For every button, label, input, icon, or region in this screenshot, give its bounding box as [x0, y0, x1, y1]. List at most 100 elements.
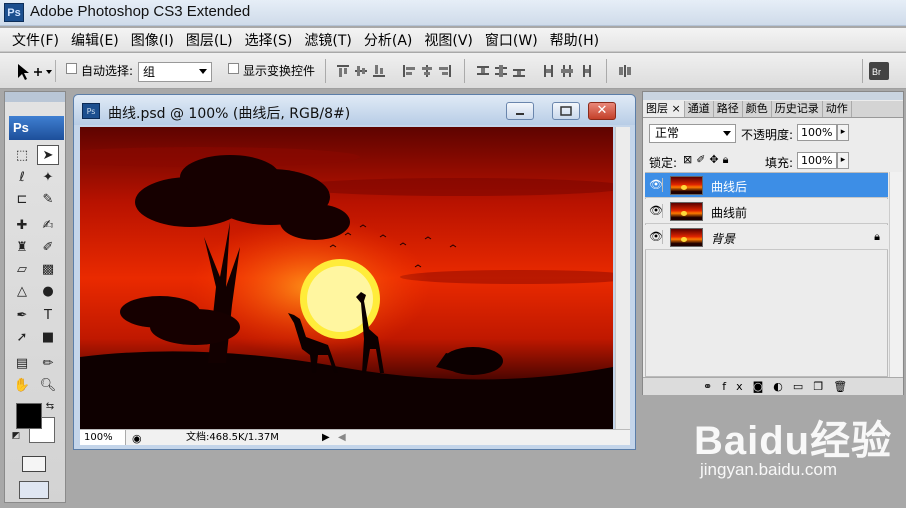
tab-actions[interactable]: 动作 [823, 101, 852, 117]
minimize-icon [516, 113, 524, 115]
blend-mode-dropdown[interactable]: 正常 [649, 124, 736, 143]
document-title-bar[interactable]: Ps 曲线.psd @ 100% (曲线后, RGB/8#) ✕ [74, 95, 635, 125]
history-brush-icon[interactable]: ✐ [37, 238, 59, 258]
opacity-arrow-icon[interactable]: ▸ [837, 124, 849, 141]
fill-arrow-icon[interactable]: ▸ [837, 152, 849, 169]
zoom-tool-icon[interactable]: 🔍︎ [37, 376, 59, 396]
status-menu-icon[interactable]: ◉ [132, 431, 142, 446]
close-button[interactable]: ✕ [588, 102, 616, 120]
layer-mask-icon[interactable]: ◙ [753, 380, 774, 393]
minimize-button[interactable] [506, 102, 534, 120]
hand-tool-icon[interactable]: ✋ [11, 376, 33, 396]
new-layer-icon[interactable]: ❐ [813, 380, 833, 393]
toolbox-ps-logo[interactable]: Ps [9, 116, 64, 140]
move-tool-icon[interactable]: ➤ [37, 145, 59, 165]
auto-select-dropdown[interactable]: 组 [138, 62, 212, 82]
menu-edit[interactable]: 编辑(E) [65, 30, 125, 50]
slice-tool-icon[interactable]: ✎ [37, 190, 59, 210]
magic-wand-icon[interactable]: ✦ [37, 168, 59, 188]
align-right-icon[interactable] [438, 64, 452, 78]
type-tool-icon[interactable]: T [37, 306, 59, 326]
zoom-level-field[interactable]: 100% [80, 430, 126, 445]
layer-row[interactable]: 👁︎ 曲线后 [645, 173, 888, 198]
eraser-tool-icon[interactable]: ▱ [11, 260, 33, 280]
auto-align-layers-icon[interactable] [618, 64, 632, 78]
show-transform-checkbox[interactable] [228, 63, 239, 74]
marquee-tool-icon[interactable]: ⬚ [11, 146, 33, 166]
distribute-right-icon[interactable] [578, 64, 592, 78]
menu-file[interactable]: 文件(F) [6, 30, 65, 50]
gradient-tool-icon[interactable]: ▩ [37, 260, 59, 280]
layer-row[interactable]: 👁︎ 曲线前 [645, 199, 888, 224]
menu-window[interactable]: 窗口(W) [479, 30, 544, 50]
foreground-color-swatch[interactable] [16, 403, 42, 429]
tab-paths[interactable]: 路径 [714, 101, 743, 117]
vertical-scrollbar[interactable] [615, 127, 630, 429]
visibility-eye-icon[interactable]: 👁︎ [649, 204, 663, 218]
link-layers-icon[interactable]: ⚭ [703, 380, 722, 393]
shape-tool-icon[interactable]: ■ [37, 328, 59, 348]
lock-options[interactable]: ⊠✐✥🔒︎ [683, 153, 733, 167]
healing-brush-icon[interactable]: ✚ [11, 216, 33, 236]
status-arrow-icon[interactable]: ▶ [322, 430, 330, 445]
distribute-vcenter-icon[interactable] [494, 64, 508, 78]
scroll-left-icon[interactable]: ◀ [338, 430, 346, 445]
tool-preset-picker[interactable] [12, 60, 56, 82]
layer-style-icon[interactable]: fx [722, 380, 752, 393]
image-canvas[interactable] [80, 127, 613, 429]
visibility-eye-icon[interactable]: 👁︎ [649, 230, 663, 244]
menu-image[interactable]: 图像(I) [125, 30, 180, 50]
clone-stamp-icon[interactable]: ♜ [11, 238, 33, 258]
align-vcenter-icon[interactable] [354, 64, 368, 78]
align-top-icon[interactable] [336, 64, 350, 78]
lasso-tool-icon[interactable]: ℓ [11, 168, 33, 188]
bridge-icon[interactable]: Br [868, 60, 890, 82]
maximize-button[interactable] [552, 102, 580, 120]
adjustment-layer-icon[interactable]: ◐ [773, 380, 793, 393]
auto-select-checkbox[interactable] [66, 63, 77, 74]
toolbox-header[interactable] [5, 92, 65, 102]
lock-icon: 🔒︎ [874, 230, 880, 243]
menu-filter[interactable]: 滤镜(T) [298, 30, 357, 50]
align-hcenter-icon[interactable] [420, 64, 434, 78]
toolbox: Ps ⬚ ➤ ℓ ✦ ⊏ ✎ ✚ ✍ ♜ ✐ ▱ ▩ △ ● ✒ T ➚ ■ ▤… [4, 91, 66, 503]
notes-tool-icon[interactable]: ▤ [11, 354, 33, 374]
auto-select-label: 自动选择: [81, 64, 134, 78]
new-group-icon[interactable]: ▭ [793, 380, 813, 393]
tab-color[interactable]: 颜色 [743, 101, 772, 117]
distribute-top-icon[interactable] [476, 64, 490, 78]
dodge-tool-icon[interactable]: ● [37, 282, 59, 302]
visibility-eye-icon[interactable]: 👁︎ [649, 178, 663, 192]
blur-tool-icon[interactable]: △ [11, 282, 33, 302]
default-colors-icon[interactable]: ◩ [10, 430, 22, 442]
pen-tool-icon[interactable]: ✒ [11, 306, 33, 326]
distribute-left-icon[interactable] [542, 64, 556, 78]
menu-layer[interactable]: 图层(L) [180, 30, 239, 50]
fill-field[interactable]: 100% [797, 152, 837, 169]
opacity-field[interactable]: 100% [797, 124, 837, 141]
panel-header[interactable] [643, 92, 903, 100]
menu-view[interactable]: 视图(V) [418, 30, 479, 50]
layer-name: 曲线后 [711, 180, 748, 194]
layers-scrollbar[interactable] [889, 172, 902, 377]
distribute-hcenter-icon[interactable] [560, 64, 574, 78]
tab-layers[interactable]: 图层 × [643, 101, 685, 117]
menu-analysis[interactable]: 分析(A) [358, 30, 419, 50]
path-selection-icon[interactable]: ➚ [11, 328, 33, 348]
screen-mode-button[interactable] [19, 481, 49, 499]
quick-mask-button[interactable] [22, 456, 46, 472]
align-bottom-icon[interactable] [372, 64, 386, 78]
tab-history[interactable]: 历史记录 [772, 101, 823, 117]
tab-channels[interactable]: 通道 [685, 101, 714, 117]
swap-colors-icon[interactable]: ⇆ [43, 400, 57, 414]
distribute-bottom-icon[interactable] [512, 64, 526, 78]
menu-select[interactable]: 选择(S) [239, 30, 299, 50]
crop-tool-icon[interactable]: ⊏ [11, 190, 33, 210]
brush-tool-icon[interactable]: ✍ [37, 216, 59, 236]
delete-layer-icon[interactable]: 🗑︎ [833, 380, 857, 393]
layer-row[interactable]: 👁︎ 背景 🔒︎ [645, 225, 888, 250]
menu-help[interactable]: 帮助(H) [544, 30, 605, 50]
align-left-icon[interactable] [402, 64, 416, 78]
eyedropper-icon[interactable]: ✏ [37, 354, 59, 374]
separator [325, 59, 326, 83]
